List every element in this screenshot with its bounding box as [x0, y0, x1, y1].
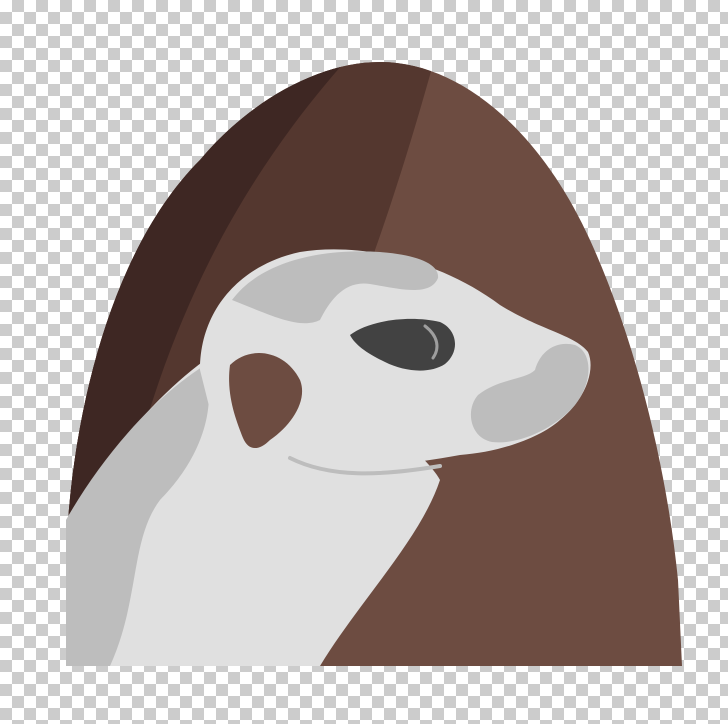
meerkat-illustration [66, 62, 682, 666]
transparency-checkerboard-background [0, 0, 728, 724]
